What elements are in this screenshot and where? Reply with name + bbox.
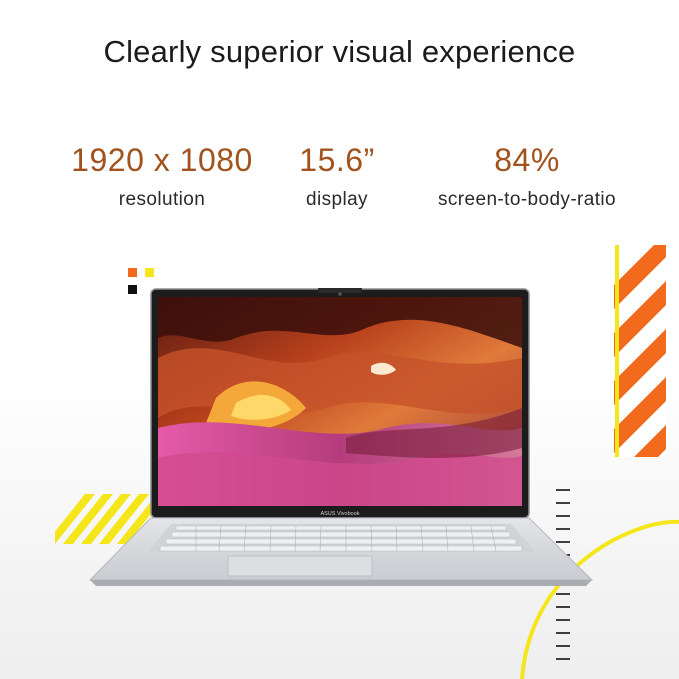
spec-value: 1920 x 1080	[71, 142, 253, 178]
screen-wallpaper	[158, 297, 522, 506]
orange-square-icon	[128, 268, 137, 277]
spec-value: 15.6”	[299, 142, 375, 178]
decor-orange-stripes	[614, 245, 666, 457]
spec-resolution: 1920 x 1080 resolution	[62, 142, 262, 211]
spec-label: screen-to-body-ratio	[437, 189, 617, 210]
headline: Clearly superior visual experience	[103, 34, 576, 69]
spec-display: 15.6” display	[282, 142, 392, 211]
spec-label: display	[306, 189, 368, 210]
brand-label: ASUS Vivobook	[320, 511, 359, 517]
spec-screen-ratio: 84% screen-to-body-ratio	[412, 142, 642, 211]
laptop-image: ASUS Vivobook	[86, 288, 596, 593]
touchpad	[227, 555, 373, 577]
yellow-square-icon	[145, 268, 154, 277]
spec-value: 84%	[494, 142, 560, 178]
spec-label: resolution	[118, 189, 206, 210]
